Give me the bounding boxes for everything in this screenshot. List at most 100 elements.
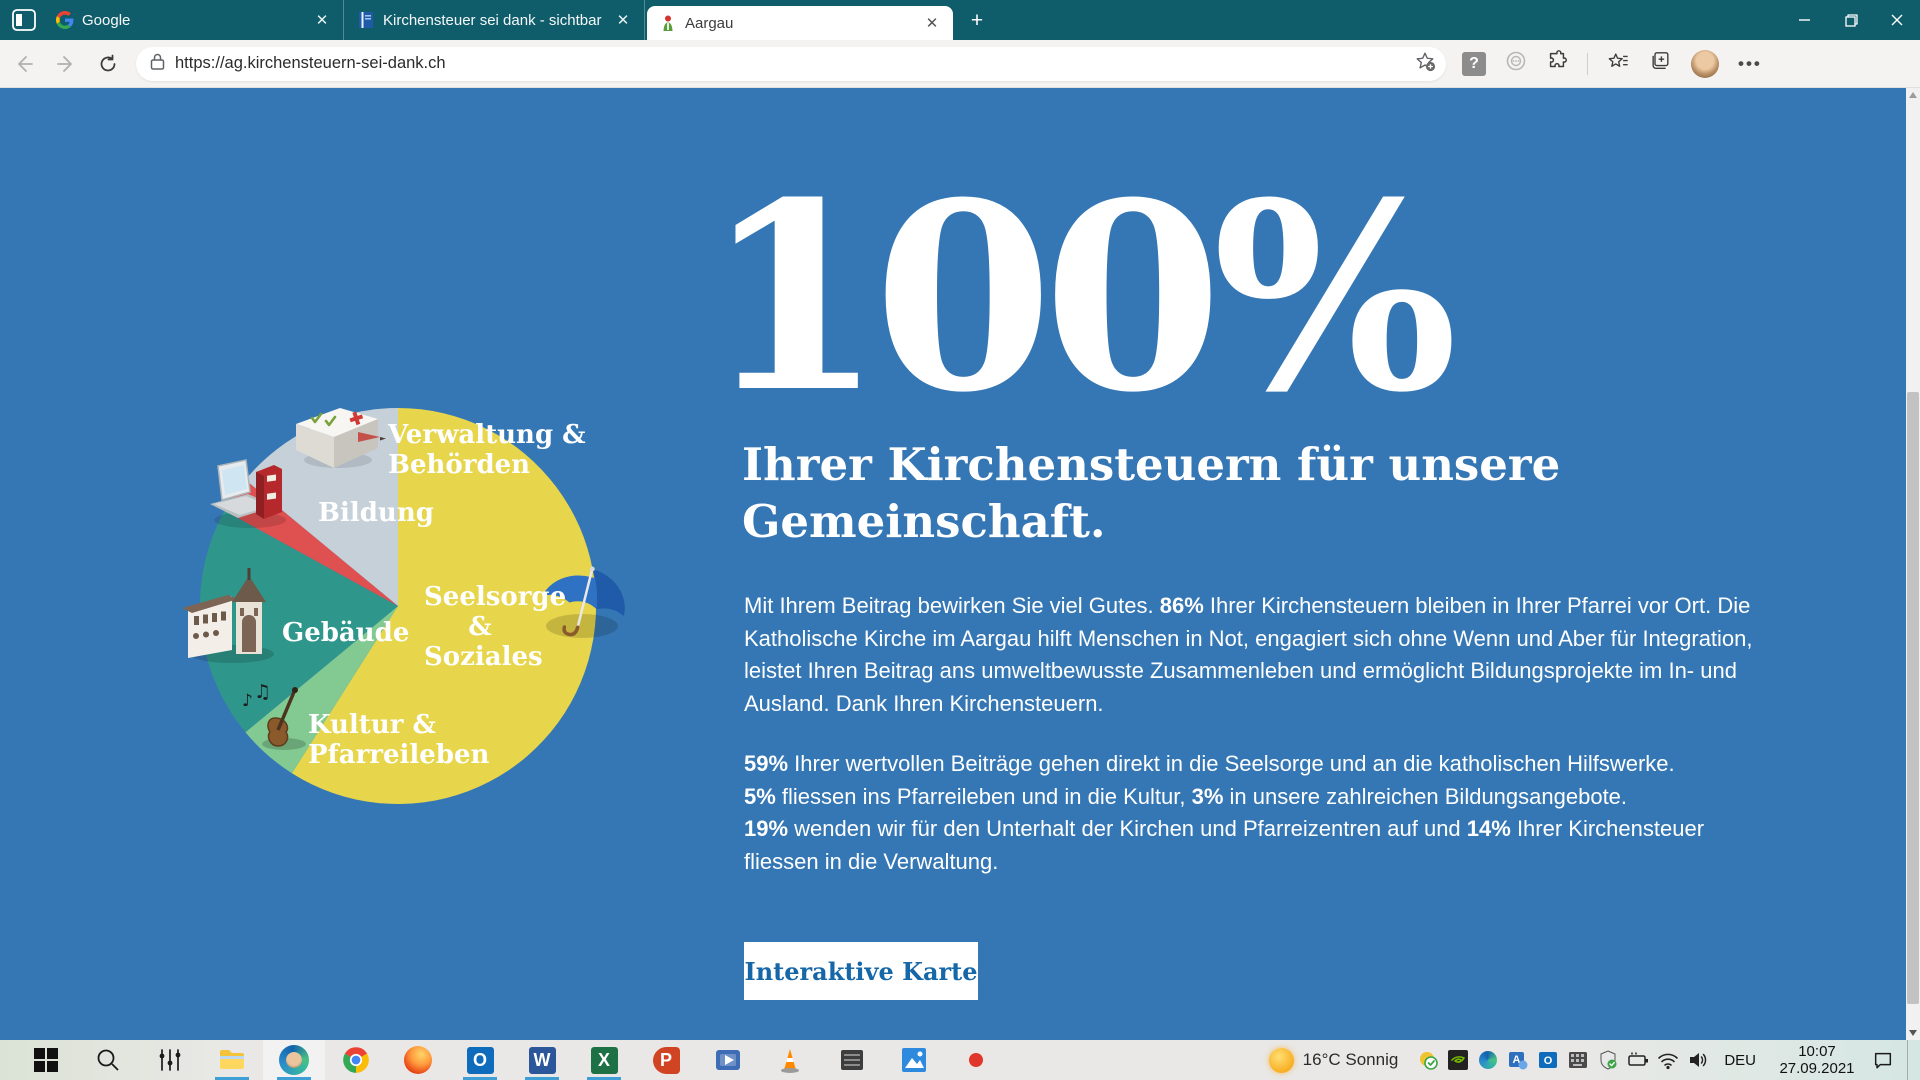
outlook-tray-icon[interactable]: O bbox=[1537, 1049, 1559, 1071]
collections-icon[interactable] bbox=[1649, 50, 1672, 77]
pie-label-gebaeude: Gebäude bbox=[282, 618, 409, 648]
address-bar[interactable]: https://ag.kirchensteuern-sei-dank.ch bbox=[136, 47, 1446, 81]
taskbar-right-zone: 16°C Sonnig A O bbox=[1269, 1040, 1920, 1080]
translator-icon[interactable]: A bbox=[1507, 1049, 1529, 1071]
new-tab-button[interactable]: + bbox=[964, 8, 990, 34]
weather-text[interactable]: 16°C Sonnig bbox=[1303, 1050, 1399, 1070]
toolbar-divider bbox=[1587, 53, 1588, 75]
task-view-icon[interactable] bbox=[139, 1040, 201, 1080]
url-text[interactable]: https://ag.kirchensteuern-sei-dank.ch bbox=[175, 54, 1414, 73]
wifi-icon[interactable] bbox=[1657, 1049, 1679, 1071]
extensions-puzzle-icon[interactable] bbox=[1546, 50, 1568, 77]
action-center-icon[interactable] bbox=[1872, 1049, 1894, 1071]
word-icon[interactable]: W bbox=[511, 1040, 573, 1080]
forward-icon[interactable] bbox=[48, 46, 84, 82]
edge-icon[interactable] bbox=[263, 1040, 325, 1080]
help-extension-icon[interactable]: ? bbox=[1462, 52, 1486, 76]
vertical-tabs-icon[interactable] bbox=[12, 9, 36, 31]
minimize-button[interactable] bbox=[1782, 0, 1828, 40]
toolbar-extensions-area: ? ••• bbox=[1462, 50, 1762, 78]
scrollbar-down-icon[interactable] bbox=[1906, 1026, 1920, 1040]
weather-condition: Sonnig bbox=[1345, 1050, 1398, 1069]
lock-icon bbox=[150, 53, 165, 75]
breakdown-paragraph: 59% Ihrer wertvollen Beiträge gehen dire… bbox=[744, 748, 1789, 878]
interactive-map-button-label: Interaktive Karte bbox=[744, 957, 977, 986]
tab-title: Google bbox=[82, 12, 305, 29]
pie-label-kultur: Kultur & Pfarreileben bbox=[308, 710, 489, 770]
favorite-add-icon[interactable] bbox=[1414, 50, 1436, 77]
tab-kirchensteuer[interactable]: Kirchensteuer sei dank - sichtbar ✕ bbox=[345, 0, 645, 40]
chrome-icon[interactable] bbox=[325, 1040, 387, 1080]
show-desktop-strip[interactable] bbox=[1907, 1040, 1912, 1080]
back-icon[interactable] bbox=[6, 46, 42, 82]
scrollbar-thumb[interactable] bbox=[1907, 392, 1919, 1004]
scrollbar-up-icon[interactable] bbox=[1906, 88, 1920, 102]
windows-taskbar: O W X P 16°C Sonnig bbox=[0, 1040, 1920, 1080]
archive-icon[interactable] bbox=[821, 1040, 883, 1080]
pie-label-verwaltung: Verwaltung & Behörden bbox=[388, 420, 586, 480]
breakdown-line: 59% Ihrer wertvollen Beiträge gehen dire… bbox=[744, 748, 1789, 781]
pie-chart: ♪ ♫ Verwaltung & Behörden bbox=[196, 404, 600, 808]
svg-text:♪: ♪ bbox=[242, 691, 253, 711]
battery-icon[interactable] bbox=[1627, 1049, 1649, 1071]
photos-icon[interactable] bbox=[883, 1040, 945, 1080]
intro-paragraph: Mit Ihrem Beitrag bewirken Sie viel Gute… bbox=[744, 590, 1789, 720]
close-button[interactable] bbox=[1874, 0, 1920, 40]
restore-button[interactable] bbox=[1828, 0, 1874, 40]
tab-aargau-active[interactable]: Aargau ✕ bbox=[647, 6, 953, 40]
powerpoint-icon[interactable]: P bbox=[635, 1040, 697, 1080]
security-shield-icon[interactable] bbox=[1597, 1049, 1619, 1071]
language-indicator[interactable]: DEU bbox=[1724, 1052, 1756, 1069]
browser-title-bar: Google ✕ Kirchensteuer sei dank - sichtb… bbox=[0, 0, 1920, 40]
refresh-icon[interactable] bbox=[90, 46, 126, 82]
movies-tv-icon[interactable] bbox=[697, 1040, 759, 1080]
blue-book-icon bbox=[357, 11, 375, 29]
settings-menu-icon[interactable]: ••• bbox=[1738, 54, 1762, 74]
outlook-icon[interactable]: O bbox=[449, 1040, 511, 1080]
svg-text:O: O bbox=[1544, 1055, 1553, 1067]
pie-label-bildung: Bildung bbox=[318, 498, 434, 528]
pie-label-seelsorge: Seelsorge & Soziales bbox=[424, 582, 536, 672]
violin-icon: ♪ ♫ bbox=[242, 684, 312, 757]
vlc-icon[interactable] bbox=[759, 1040, 821, 1080]
window-controls bbox=[1782, 0, 1920, 40]
broadcast-icon[interactable] bbox=[1505, 50, 1527, 77]
breakdown-line: 5% fliessen ins Pfarreileben und in die … bbox=[744, 781, 1789, 814]
nvidia-icon[interactable] bbox=[1447, 1049, 1469, 1071]
red-circle-app-icon[interactable] bbox=[945, 1040, 1007, 1080]
interactive-map-button[interactable]: Interaktive Karte bbox=[744, 942, 978, 1000]
laptop-binder-icon bbox=[208, 456, 304, 537]
breakdown-line: fliessen in die Verwaltung. bbox=[744, 846, 1789, 879]
tab-title: Aargau bbox=[685, 15, 915, 32]
weather-temp: 16°C bbox=[1303, 1050, 1341, 1069]
antivirus-check-icon[interactable] bbox=[1417, 1049, 1439, 1071]
firefox-icon[interactable] bbox=[387, 1040, 449, 1080]
weather-sun-icon[interactable] bbox=[1269, 1048, 1294, 1073]
system-tray: A O bbox=[1417, 1049, 1709, 1071]
remote-grid-icon[interactable] bbox=[1567, 1049, 1589, 1071]
webpage-content: ♪ ♫ Verwaltung & Behörden bbox=[0, 88, 1920, 1040]
search-icon[interactable] bbox=[77, 1040, 139, 1080]
clock-date: 27.09.2021 bbox=[1771, 1060, 1863, 1077]
profile-avatar[interactable] bbox=[1691, 50, 1719, 78]
breakdown-line: 19% wenden wir für den Unterhalt der Kir… bbox=[744, 813, 1789, 846]
start-button[interactable] bbox=[15, 1040, 77, 1080]
aargau-figure-icon bbox=[659, 14, 677, 32]
hero-percent: 100% bbox=[704, 166, 1448, 429]
clock[interactable]: 10:07 27.09.2021 bbox=[1771, 1043, 1863, 1077]
tab-close-icon[interactable]: ✕ bbox=[311, 9, 333, 31]
page-title: Ihrer Kirchensteuern für unsere Gemeinsc… bbox=[742, 436, 1560, 550]
page-scrollbar[interactable] bbox=[1906, 88, 1920, 1040]
clock-time: 10:07 bbox=[1771, 1043, 1863, 1060]
browser-toolbar: https://ag.kirchensteuern-sei-dank.ch ? … bbox=[0, 40, 1920, 88]
google-g-icon bbox=[56, 11, 74, 29]
excel-icon[interactable]: X bbox=[573, 1040, 635, 1080]
favorites-list-icon[interactable] bbox=[1607, 50, 1630, 77]
tab-google[interactable]: Google ✕ bbox=[44, 0, 344, 40]
tab-close-icon[interactable]: ✕ bbox=[921, 12, 943, 34]
tab-close-icon[interactable]: ✕ bbox=[612, 9, 634, 31]
file-explorer-icon[interactable] bbox=[201, 1040, 263, 1080]
volume-icon[interactable] bbox=[1687, 1049, 1709, 1071]
edge-tray-icon[interactable] bbox=[1477, 1049, 1499, 1071]
tab-title: Kirchensteuer sei dank - sichtbar bbox=[383, 12, 606, 29]
